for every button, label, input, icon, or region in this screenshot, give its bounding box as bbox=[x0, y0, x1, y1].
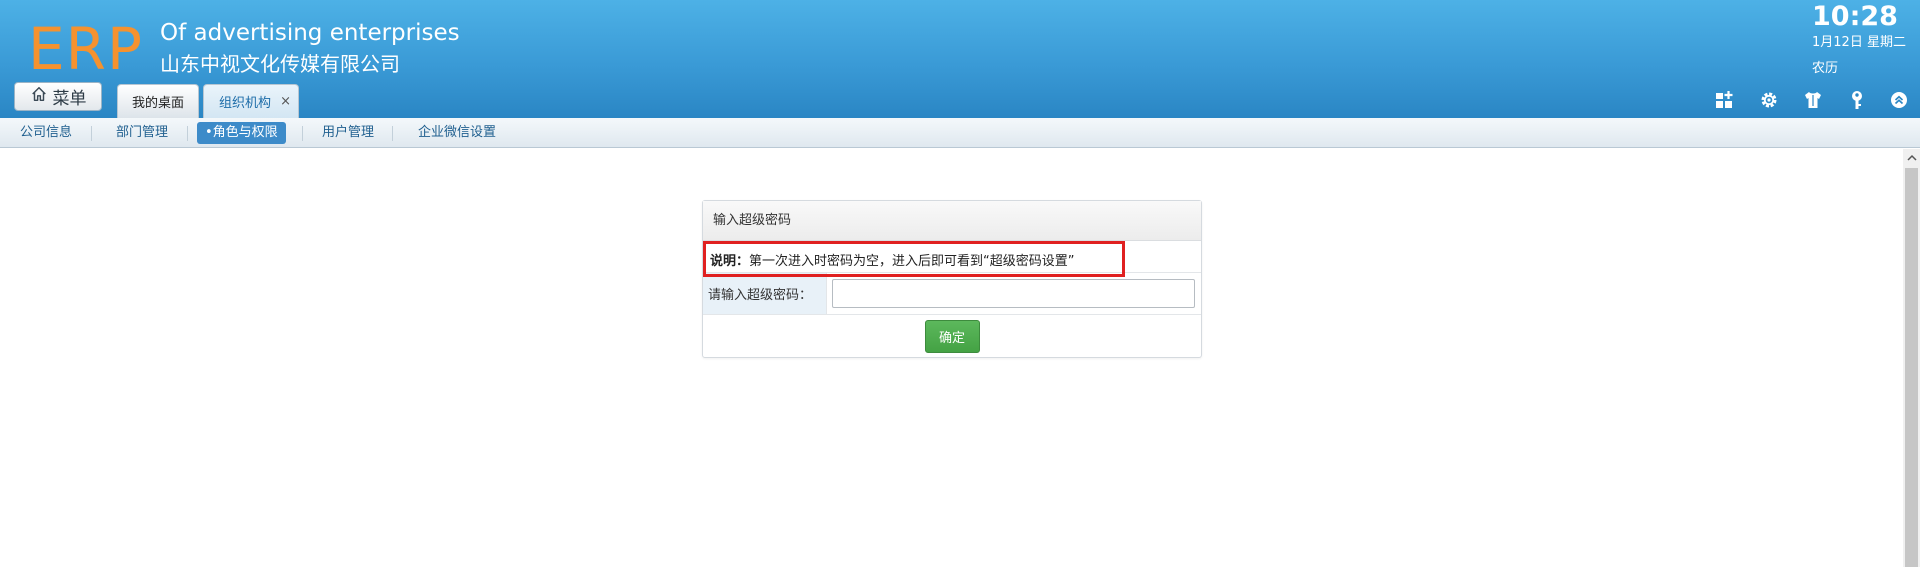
note-row: 说明： 第一次进入时密码为空，进入后即可看到“超级密码设置” bbox=[703, 241, 1201, 277]
note-label: 说明： bbox=[710, 253, 750, 269]
collapse-up-icon[interactable] bbox=[1887, 88, 1911, 112]
password-label: 请输入超级密码： bbox=[703, 273, 827, 314]
tab-label: 组织机构 bbox=[219, 96, 272, 111]
tab-my-desktop[interactable]: 我的桌面 bbox=[117, 84, 199, 118]
note-highlight: 说明： 第一次进入时密码为空，进入后即可看到“超级密码设置” bbox=[703, 241, 1125, 277]
confirm-button[interactable]: 确定 bbox=[924, 319, 980, 353]
menu-button-label: 菜单 bbox=[52, 89, 87, 109]
clock-lunar: 农历 bbox=[1812, 61, 1839, 76]
panel-title: 输入超级密码 bbox=[703, 201, 1201, 241]
subnav-item-company-info[interactable]: 公司信息 bbox=[20, 122, 72, 144]
subnav-item-roles-permissions[interactable]: •角色与权限 bbox=[197, 122, 286, 144]
grid-add-icon[interactable] bbox=[1713, 88, 1737, 112]
clock-date: 1月12日 星期二 bbox=[1812, 35, 1906, 50]
app-logo: ERP bbox=[28, 15, 143, 83]
tab-organization[interactable]: 组织机构 × bbox=[203, 84, 299, 118]
company-name-en: Of advertising enterprises bbox=[160, 20, 460, 46]
gear-icon[interactable] bbox=[1757, 88, 1781, 112]
vertical-scrollbar[interactable] bbox=[1903, 149, 1920, 567]
password-row: 请输入超级密码： bbox=[703, 273, 1201, 315]
subnav-item-user-management[interactable]: 用户管理 bbox=[322, 122, 374, 144]
subnav-divider bbox=[91, 126, 92, 141]
scroll-up-icon[interactable] bbox=[1903, 149, 1920, 166]
super-password-panel: 输入超级密码 说明： 第一次进入时密码为空，进入后即可看到“超级密码设置” 请输… bbox=[702, 200, 1202, 358]
note-text: 第一次进入时密码为空，进入后即可看到“超级密码设置” bbox=[749, 253, 1075, 269]
company-name-cn: 山东中视文化传媒有限公司 bbox=[160, 52, 400, 76]
super-password-input[interactable] bbox=[832, 279, 1195, 308]
password-input-cell bbox=[827, 273, 1201, 314]
shirt-icon[interactable] bbox=[1801, 88, 1825, 112]
sub-navigation: 公司信息 部门管理 •角色与权限 用户管理 企业微信设置 bbox=[0, 118, 1920, 148]
clock-time: 10:28 bbox=[1812, 1, 1898, 32]
button-row: 确定 bbox=[703, 315, 1201, 357]
subnav-divider bbox=[187, 126, 188, 141]
scrollbar-thumb[interactable] bbox=[1905, 168, 1918, 567]
key-icon[interactable] bbox=[1845, 88, 1869, 112]
subnav-item-wechat-settings[interactable]: 企业微信设置 bbox=[418, 122, 496, 144]
app-header: ERP Of advertising enterprises 山东中视文化传媒有… bbox=[0, 0, 1920, 118]
subnav-item-departments[interactable]: 部门管理 bbox=[116, 122, 168, 144]
menu-button[interactable]: 菜单 bbox=[14, 82, 102, 111]
home-icon bbox=[30, 85, 48, 108]
tab-label: 我的桌面 bbox=[131, 96, 184, 111]
subnav-divider bbox=[392, 126, 393, 141]
clock-widget: 10:28 1月12日 星期二 农历 bbox=[1812, 0, 1912, 78]
subnav-divider bbox=[302, 126, 303, 141]
tab-close-icon[interactable]: × bbox=[280, 95, 291, 109]
